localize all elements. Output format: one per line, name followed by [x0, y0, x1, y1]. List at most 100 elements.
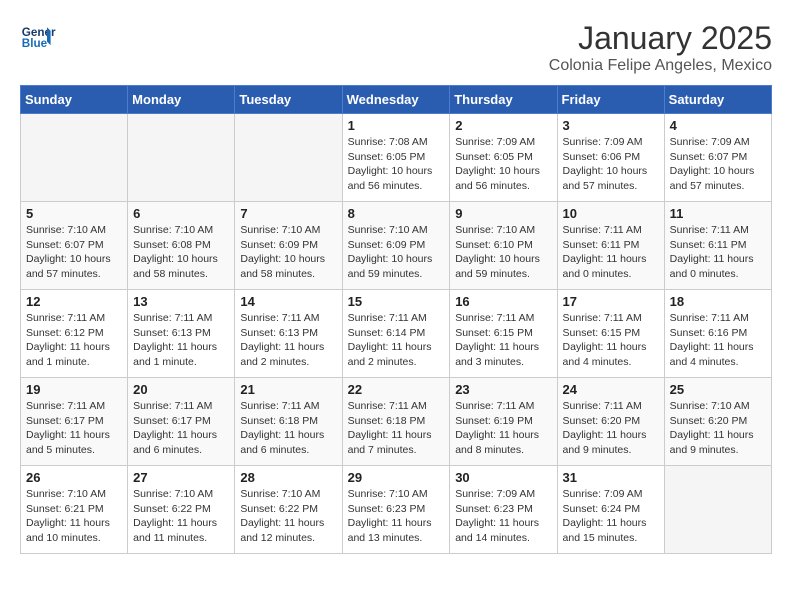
svg-text:Blue: Blue: [22, 37, 48, 50]
calendar-cell: 25Sunrise: 7:10 AM Sunset: 6:20 PM Dayli…: [664, 378, 771, 466]
calendar-cell: 1 Sunrise: 7:08 AM Sunset: 6:05 PM Daylig…: [342, 114, 450, 202]
weekday-header-sunday: Sunday: [21, 86, 128, 114]
calendar-week-row: 5 Sunrise: 7:10 AM Sunset: 6:07 PM Daylig…: [21, 202, 772, 290]
calendar-cell: 15Sunrise: 7:11 AM Sunset: 6:14 PM Dayli…: [342, 290, 450, 378]
day-info: Sunrise: 7:09 AM Sunset: 6:06 PM Dayligh…: [563, 135, 659, 194]
day-number: 29: [348, 470, 445, 485]
calendar-cell: 22 Sunrise: 7:11 AM Sunset: 6:18 PM Dayli…: [342, 378, 450, 466]
day-info: Sunrise: 7:10 AM Sunset: 6:22 PM Dayligh…: [240, 487, 336, 546]
weekday-header-monday: Monday: [128, 86, 235, 114]
calendar-week-row: 12 Sunrise: 7:11 AM Sunset: 6:12 PM Dayli…: [21, 290, 772, 378]
calendar-cell: 31 Sunrise: 7:09 AM Sunset: 6:24 PM Dayli…: [557, 466, 664, 554]
page-header: General Blue January 2025 Colonia Felipe…: [20, 20, 772, 75]
calendar-cell: 7Sunrise: 7:10 AM Sunset: 6:09 PM Daylig…: [235, 202, 342, 290]
calendar-cell: 17 Sunrise: 7:11 AM Sunset: 6:15 PM Dayli…: [557, 290, 664, 378]
day-info: Sunrise: 7:11 AM Sunset: 6:15 PM Dayligh…: [455, 311, 551, 370]
day-info: Sunrise: 7:10 AM Sunset: 6:23 PM Dayligh…: [348, 487, 445, 546]
day-number: 27: [133, 470, 229, 485]
calendar-cell: 13 Sunrise: 7:11 AM Sunset: 6:13 PM Dayli…: [128, 290, 235, 378]
day-number: 31: [563, 470, 659, 485]
calendar-cell: 11 Sunrise: 7:11 AM Sunset: 6:11 PM Dayli…: [664, 202, 771, 290]
day-info: Sunrise: 7:11 AM Sunset: 6:18 PM Dayligh…: [240, 399, 336, 458]
day-number: 2: [455, 118, 551, 133]
calendar-cell: [664, 466, 771, 554]
day-info: Sunrise: 7:10 AM Sunset: 6:09 PM Dayligh…: [348, 223, 445, 282]
day-info: Sunrise: 7:11 AM Sunset: 6:12 PM Dayligh…: [26, 311, 122, 370]
day-info: Sunrise: 7:09 AM Sunset: 6:07 PM Dayligh…: [670, 135, 766, 194]
day-number: 15: [348, 294, 445, 309]
calendar-cell: 8 Sunrise: 7:10 AM Sunset: 6:09 PM Daylig…: [342, 202, 450, 290]
calendar-cell: 21 Sunrise: 7:11 AM Sunset: 6:18 PM Dayli…: [235, 378, 342, 466]
calendar-cell: 19Sunrise: 7:11 AM Sunset: 6:17 PM Dayli…: [21, 378, 128, 466]
day-info: Sunrise: 7:11 AM Sunset: 6:16 PM Dayligh…: [670, 311, 766, 370]
day-number: 8: [348, 206, 445, 221]
location-title: Colonia Felipe Angeles, Mexico: [549, 57, 772, 75]
day-number: 25: [670, 382, 766, 397]
day-number: 17: [563, 294, 659, 309]
calendar-cell: 5 Sunrise: 7:10 AM Sunset: 6:07 PM Daylig…: [21, 202, 128, 290]
calendar-cell: [128, 114, 235, 202]
weekday-header-wednesday: Wednesday: [342, 86, 450, 114]
title-block: January 2025 Colonia Felipe Angeles, Mex…: [549, 20, 772, 75]
day-number: 28: [240, 470, 336, 485]
day-number: 24: [563, 382, 659, 397]
month-title: January 2025: [549, 20, 772, 57]
weekday-header-thursday: Thursday: [450, 86, 557, 114]
day-info: Sunrise: 7:11 AM Sunset: 6:13 PM Dayligh…: [133, 311, 229, 370]
day-info: Sunrise: 7:11 AM Sunset: 6:17 PM Dayligh…: [133, 399, 229, 458]
calendar-cell: 4Sunrise: 7:09 AM Sunset: 6:07 PM Daylig…: [664, 114, 771, 202]
calendar-cell: [235, 114, 342, 202]
day-info: Sunrise: 7:08 AM Sunset: 6:05 PM Dayligh…: [348, 135, 445, 194]
day-info: Sunrise: 7:09 AM Sunset: 6:05 PM Dayligh…: [455, 135, 551, 194]
day-info: Sunrise: 7:11 AM Sunset: 6:18 PM Dayligh…: [348, 399, 445, 458]
calendar-cell: 9Sunrise: 7:10 AM Sunset: 6:10 PM Daylig…: [450, 202, 557, 290]
calendar-cell: 26Sunrise: 7:10 AM Sunset: 6:21 PM Dayli…: [21, 466, 128, 554]
day-info: Sunrise: 7:11 AM Sunset: 6:20 PM Dayligh…: [563, 399, 659, 458]
calendar-cell: 16 Sunrise: 7:11 AM Sunset: 6:15 PM Dayli…: [450, 290, 557, 378]
weekday-header-tuesday: Tuesday: [235, 86, 342, 114]
day-info: Sunrise: 7:10 AM Sunset: 6:07 PM Dayligh…: [26, 223, 122, 282]
weekday-header-row: SundayMondayTuesdayWednesdayThursdayFrid…: [21, 86, 772, 114]
calendar-cell: 20 Sunrise: 7:11 AM Sunset: 6:17 PM Dayli…: [128, 378, 235, 466]
calendar-cell: 29 Sunrise: 7:10 AM Sunset: 6:23 PM Dayli…: [342, 466, 450, 554]
day-number: 22: [348, 382, 445, 397]
day-number: 18: [670, 294, 766, 309]
day-info: Sunrise: 7:10 AM Sunset: 6:08 PM Dayligh…: [133, 223, 229, 282]
day-number: 21: [240, 382, 336, 397]
day-number: 14: [240, 294, 336, 309]
day-number: 13: [133, 294, 229, 309]
logo: General Blue: [20, 20, 56, 56]
day-info: Sunrise: 7:11 AM Sunset: 6:15 PM Dayligh…: [563, 311, 659, 370]
day-number: 10: [563, 206, 659, 221]
calendar-cell: 2 Sunrise: 7:09 AM Sunset: 6:05 PM Daylig…: [450, 114, 557, 202]
day-info: Sunrise: 7:09 AM Sunset: 6:24 PM Dayligh…: [563, 487, 659, 546]
day-number: 20: [133, 382, 229, 397]
day-number: 9: [455, 206, 551, 221]
calendar-cell: 24 Sunrise: 7:11 AM Sunset: 6:20 PM Dayli…: [557, 378, 664, 466]
day-info: Sunrise: 7:11 AM Sunset: 6:11 PM Dayligh…: [563, 223, 659, 282]
calendar-cell: 27Sunrise: 7:10 AM Sunset: 6:22 PM Dayli…: [128, 466, 235, 554]
calendar-cell: 12 Sunrise: 7:11 AM Sunset: 6:12 PM Dayli…: [21, 290, 128, 378]
calendar-cell: 14Sunrise: 7:11 AM Sunset: 6:13 PM Dayli…: [235, 290, 342, 378]
logo-icon: General Blue: [20, 20, 56, 56]
day-number: 23: [455, 382, 551, 397]
day-number: 19: [26, 382, 122, 397]
day-number: 30: [455, 470, 551, 485]
calendar-cell: 18 Sunrise: 7:11 AM Sunset: 6:16 PM Dayli…: [664, 290, 771, 378]
weekday-header-friday: Friday: [557, 86, 664, 114]
day-number: 26: [26, 470, 122, 485]
day-info: Sunrise: 7:11 AM Sunset: 6:11 PM Dayligh…: [670, 223, 766, 282]
calendar-cell: 10 Sunrise: 7:11 AM Sunset: 6:11 PM Dayli…: [557, 202, 664, 290]
calendar-cell: 23Sunrise: 7:11 AM Sunset: 6:19 PM Dayli…: [450, 378, 557, 466]
day-info: Sunrise: 7:10 AM Sunset: 6:09 PM Dayligh…: [240, 223, 336, 282]
day-number: 16: [455, 294, 551, 309]
weekday-header-saturday: Saturday: [664, 86, 771, 114]
day-number: 5: [26, 206, 122, 221]
day-number: 1: [348, 118, 445, 133]
day-number: 12: [26, 294, 122, 309]
calendar-cell: 6Sunrise: 7:10 AM Sunset: 6:08 PM Daylig…: [128, 202, 235, 290]
day-number: 11: [670, 206, 766, 221]
calendar-cell: 28 Sunrise: 7:10 AM Sunset: 6:22 PM Dayli…: [235, 466, 342, 554]
calendar-week-row: 1 Sunrise: 7:08 AM Sunset: 6:05 PM Daylig…: [21, 114, 772, 202]
calendar-week-row: 19 Sunrise: 7:11 AM Sunset: 6:17 PM Dayli…: [21, 378, 772, 466]
